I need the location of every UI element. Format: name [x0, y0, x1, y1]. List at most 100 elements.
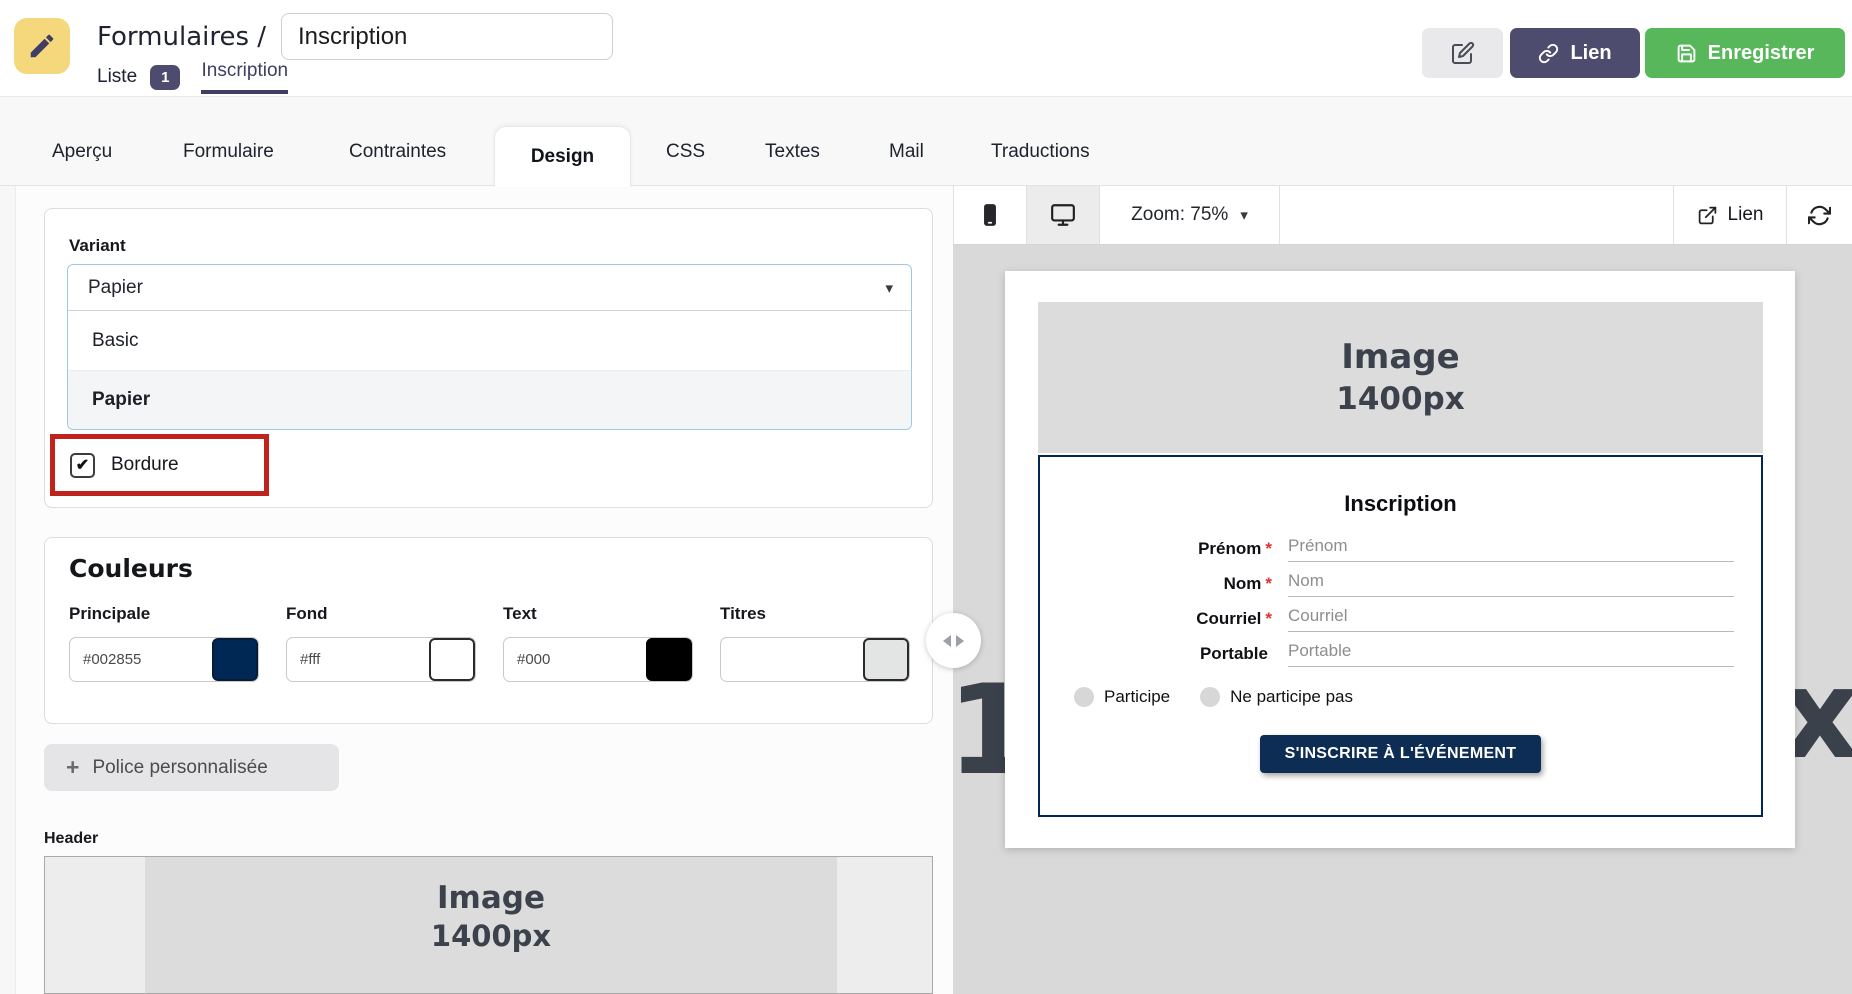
- required-asterisk: *: [1265, 574, 1272, 593]
- prenom-input[interactable]: Prénom: [1288, 536, 1734, 562]
- color-label: Text: [503, 604, 695, 624]
- color-value-input[interactable]: [721, 638, 863, 681]
- app: Formulaires / Liste 1 Inscription Lien: [0, 0, 1852, 994]
- tab-bar: Aperçu Formulaire Contraintes Design CSS…: [0, 97, 1852, 186]
- desktop-view-button[interactable]: [1026, 186, 1100, 244]
- mobile-view-button[interactable]: [954, 186, 1026, 244]
- zoom-level-dropdown[interactable]: Zoom: 75% ▾: [1100, 186, 1280, 244]
- header-image-text: 1400px: [431, 918, 551, 954]
- required-asterisk: *: [1265, 539, 1272, 558]
- edit-button[interactable]: [1422, 28, 1503, 78]
- preview-lien-button[interactable]: Lien: [1673, 186, 1786, 244]
- color-field-text: Text: [503, 604, 695, 682]
- variant-option-papier-label: Papier: [92, 389, 150, 411]
- field-label: Nom: [1224, 574, 1262, 593]
- tab-mail[interactable]: Mail: [889, 141, 924, 163]
- pencil-icon: [27, 31, 57, 61]
- tab-design-active[interactable]: Design: [494, 126, 631, 187]
- design-settings-panel: Variant Papier ▾ Basic Papier Bordure Co…: [15, 186, 953, 994]
- variant-option-papier[interactable]: Papier: [68, 370, 911, 429]
- header-section-label: Header: [44, 830, 98, 848]
- panel-resize-handle[interactable]: [926, 613, 981, 668]
- tab-css[interactable]: CSS: [666, 141, 705, 163]
- smartphone-icon: [977, 202, 1003, 228]
- variant-selected-value: Papier: [88, 277, 143, 299]
- preview-lien-label: Lien: [1728, 204, 1764, 226]
- subscribe-button[interactable]: S'INSCRIRE À L'ÉVÉNEMENT: [1260, 735, 1542, 773]
- bordure-annotation-highlight: Bordure: [50, 434, 269, 496]
- preview-image-text: Image: [1341, 335, 1459, 379]
- header-image-upload[interactable]: Image 1400px: [44, 856, 933, 994]
- radio-participe[interactable]: Participe: [1074, 687, 1170, 707]
- field-label: Portable: [1200, 644, 1268, 663]
- tab-textes[interactable]: Textes: [765, 141, 820, 163]
- radio-icon: [1074, 687, 1094, 707]
- preview-canvas: 10 x Image 1400px Inscription Prénom* Pr…: [953, 245, 1852, 994]
- sub-nav: Liste 1 Inscription: [97, 61, 288, 93]
- chevron-down-icon: ▾: [885, 279, 893, 297]
- edit-square-icon: [1451, 41, 1475, 65]
- add-custom-font-button[interactable]: + Police personnalisée: [44, 744, 339, 791]
- monitor-icon: [1050, 202, 1076, 228]
- refresh-preview-button[interactable]: [1786, 186, 1852, 244]
- couleurs-title: Couleurs: [69, 554, 193, 583]
- form-row-prenom: Prénom* Prénom: [1040, 531, 1761, 566]
- preview-image-text: 1400px: [1336, 379, 1464, 419]
- color-label: Titres: [720, 604, 912, 624]
- save-button-label: Enregistrer: [1708, 42, 1815, 65]
- form-row-courriel: Courriel* Courriel: [1040, 601, 1761, 636]
- tab-contraintes[interactable]: Contraintes: [349, 141, 446, 163]
- variant-card: Variant Papier ▾ Basic Papier Bordure: [44, 208, 933, 508]
- bordure-label: Bordure: [111, 454, 179, 476]
- refresh-icon: [1808, 204, 1831, 227]
- color-swatch[interactable]: [429, 638, 475, 681]
- color-value-input[interactable]: [70, 638, 212, 681]
- field-label: Courriel: [1196, 609, 1261, 628]
- color-field-titres: Titres: [720, 604, 912, 682]
- sub-nav-liste-label[interactable]: Liste: [97, 66, 137, 88]
- breadcrumb: Formulaires /: [97, 22, 266, 52]
- portable-input[interactable]: Portable: [1288, 641, 1734, 667]
- chevron-down-icon: ▾: [1240, 206, 1248, 224]
- toolbar-spacer: [1280, 186, 1673, 244]
- color-swatch[interactable]: [212, 638, 258, 681]
- tab-apercu[interactable]: Aperçu: [52, 141, 112, 163]
- top-bar: Formulaires / Liste 1 Inscription Lien: [0, 0, 1852, 97]
- tab-traductions[interactable]: Traductions: [991, 141, 1090, 163]
- lien-button-label: Lien: [1570, 42, 1611, 65]
- variant-select-head[interactable]: Papier ▾: [68, 265, 911, 310]
- preview-form-fields: Prénom* Prénom Nom* Nom Courriel* Courri…: [1040, 531, 1761, 671]
- color-swatch[interactable]: [863, 638, 909, 681]
- arrow-left-icon: [943, 635, 951, 647]
- preview-toolbar: Zoom: 75% ▾ Lien: [953, 186, 1852, 245]
- preview-panel: Zoom: 75% ▾ Lien 10 x Image: [953, 186, 1852, 994]
- color-field-fond: Fond: [286, 604, 478, 682]
- tab-formulaire[interactable]: Formulaire: [183, 141, 274, 163]
- color-field-principale: Principale: [69, 604, 261, 682]
- nom-input[interactable]: Nom: [1288, 571, 1734, 597]
- color-swatch[interactable]: [646, 638, 692, 681]
- preview-form-title: Inscription: [1040, 491, 1761, 517]
- sub-nav-inscription-active[interactable]: Inscription: [201, 60, 288, 94]
- radio-label: Ne participe pas: [1230, 687, 1353, 707]
- header-image-placeholder: Image 1400px: [145, 857, 837, 994]
- variant-select: Papier ▾ Basic Papier: [67, 264, 912, 430]
- variant-label: Variant: [69, 236, 126, 256]
- couleurs-card: Couleurs Principale Fond Text: [44, 537, 933, 724]
- color-label: Principale: [69, 604, 261, 624]
- courriel-input[interactable]: Courriel: [1288, 606, 1734, 632]
- field-label: Prénom: [1198, 539, 1261, 558]
- radio-label: Participe: [1104, 687, 1170, 707]
- bordure-checkbox[interactable]: [70, 453, 95, 478]
- form-title-input[interactable]: [281, 13, 613, 60]
- radio-ne-participe-pas[interactable]: Ne participe pas: [1200, 687, 1353, 707]
- tab-design-label: Design: [531, 146, 594, 168]
- color-value-input[interactable]: [287, 638, 429, 681]
- variant-option-basic[interactable]: Basic: [68, 310, 911, 370]
- color-label: Fond: [286, 604, 478, 624]
- link-icon: [1538, 43, 1559, 64]
- color-value-input[interactable]: [504, 638, 646, 681]
- save-button[interactable]: Enregistrer: [1645, 28, 1845, 78]
- variant-option-basic-label: Basic: [92, 330, 138, 352]
- lien-button[interactable]: Lien: [1510, 28, 1640, 78]
